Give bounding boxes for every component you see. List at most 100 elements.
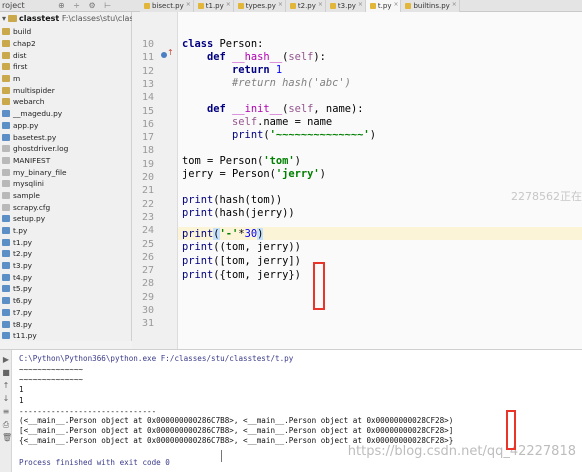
python-file-icon xyxy=(2,227,10,235)
override-arrow-icon[interactable]: ↑ xyxy=(167,48,174,57)
tree-item[interactable]: build xyxy=(2,26,130,38)
tree-item[interactable]: chap2 xyxy=(2,38,130,50)
close-icon[interactable]: × xyxy=(186,1,191,8)
line-number: 26 xyxy=(141,251,154,263)
python-file-icon xyxy=(405,3,412,9)
line-number: 30 xyxy=(141,305,154,316)
run-icon[interactable]: ▶ xyxy=(2,356,10,364)
chevron-down-icon[interactable]: ▾ xyxy=(2,14,6,23)
tree-item[interactable]: t6.py xyxy=(2,295,130,307)
tab-t2-py[interactable]: t2.py × xyxy=(285,0,326,12)
tree-item-label: t11.py xyxy=(13,331,37,341)
tree-item[interactable]: t7.py xyxy=(2,307,130,319)
code-line-27: print({tom, jerry}) xyxy=(182,269,301,281)
tree-item[interactable]: mysqlini xyxy=(2,178,130,190)
tab-label: types.py xyxy=(245,2,276,10)
folder-icon xyxy=(2,40,10,48)
project-root[interactable]: ▾ classtest F:\classes\stu\classtest xyxy=(2,14,153,26)
line-number: 14 xyxy=(141,92,154,104)
close-icon[interactable]: × xyxy=(452,1,457,8)
python-file-icon xyxy=(2,285,10,293)
tree-item-label: t4.py xyxy=(13,272,33,282)
tab-t1-py[interactable]: t1.py × xyxy=(193,0,234,12)
python-file-icon xyxy=(369,3,376,9)
line-number: 20 xyxy=(141,172,154,183)
line-number: 25 xyxy=(141,238,154,250)
tab-types-py[interactable]: types.py × xyxy=(233,0,286,12)
close-icon[interactable]: × xyxy=(226,1,231,8)
tree-item[interactable]: __magedu.py xyxy=(2,108,130,120)
tab-label: builtins.py xyxy=(413,2,450,10)
trash-icon[interactable]: 🗑 xyxy=(2,434,12,442)
close-icon[interactable]: × xyxy=(393,1,398,8)
tree-item[interactable]: t.py xyxy=(2,225,130,237)
tree-item[interactable]: MANIFEST xyxy=(2,155,130,167)
scroll-up-icon[interactable]: ↑ xyxy=(2,382,10,390)
tree-item[interactable]: scrapy.cfg xyxy=(2,201,130,213)
tree-item[interactable]: t4.py xyxy=(2,271,130,283)
close-icon[interactable]: × xyxy=(358,1,363,8)
tree-item[interactable]: m xyxy=(2,73,130,85)
line-number: 17 xyxy=(141,132,154,144)
run-console[interactable]: ▶ ■ ↑ ↓ ≡ ⎙ 🗑 C:\Python\Python366\python.exe F… xyxy=(0,349,582,472)
tree-item[interactable]: t1.py xyxy=(2,236,130,248)
tree-item[interactable]: first xyxy=(2,61,130,73)
blog-watermark: https://blog.csdn.net/qq_42227818 xyxy=(347,444,576,459)
close-icon[interactable]: × xyxy=(318,1,323,8)
python-file-icon xyxy=(2,332,10,340)
code-line-16: self.name = name xyxy=(232,116,333,128)
code-line-20: jerry = Person('jerry') xyxy=(182,168,326,180)
python-file-icon xyxy=(2,238,10,246)
python-file-icon xyxy=(2,250,10,258)
tree-item[interactable]: ghostdriver.log xyxy=(2,143,130,155)
annotation-box-editor xyxy=(313,262,325,310)
code-line-26: print([tom, jerry]) xyxy=(182,255,301,267)
tree-item[interactable]: basetest.py xyxy=(2,131,130,143)
file-icon xyxy=(2,156,10,164)
line-number: 10 xyxy=(141,39,154,50)
tree-item[interactable]: t3.py xyxy=(2,260,130,272)
python-file-icon xyxy=(2,273,10,281)
tab-builtins-py[interactable]: builtins.py × xyxy=(401,0,460,12)
python-file-icon xyxy=(329,3,336,9)
project-root-name: classtest xyxy=(19,14,60,23)
tree-item[interactable]: t2.py xyxy=(2,248,130,260)
code-line-13: #return hash('abc') xyxy=(232,77,351,89)
stop-icon[interactable]: ■ xyxy=(2,369,10,377)
tab-t3-py[interactable]: t3.py × xyxy=(325,0,366,12)
project-toolbar-icons[interactable]: ⊕ ÷ ⚙ ⊢ xyxy=(58,1,114,10)
python-file-icon xyxy=(237,3,244,9)
tree-item[interactable]: my_binary_file xyxy=(2,166,130,178)
scroll-down-icon[interactable]: ↓ xyxy=(2,395,10,403)
annotation-box-console xyxy=(506,410,516,450)
file-icon xyxy=(2,168,10,176)
tree-item-label: ghostdriver.log xyxy=(13,144,69,154)
python-file-icon xyxy=(197,3,204,9)
tab-label: t.py xyxy=(377,2,392,10)
tab-bisect-py[interactable]: bisect.py × xyxy=(140,0,194,12)
tab-label: t2.py xyxy=(297,2,316,10)
tree-item[interactable]: sample xyxy=(2,190,130,202)
print-icon[interactable]: ⎙ xyxy=(2,421,10,429)
tree-item[interactable]: webarch xyxy=(2,96,130,108)
editor-tab-bar: roject ⊕ ÷ ⚙ ⊢ bisect.py × t1.py × types.py ×… xyxy=(0,0,582,12)
line-number: 11 xyxy=(141,52,154,64)
python-file-icon xyxy=(144,3,150,9)
code-editor[interactable]: 10 11 12 13 14 15 16 17 18 19 20 21 22 23 24 25 26 27 28 29… xyxy=(132,12,582,349)
tree-item-label: scrapy.cfg xyxy=(13,202,51,212)
tree-item[interactable]: setup.py xyxy=(2,213,130,225)
tree-item[interactable]: t8.py xyxy=(2,318,130,330)
tree-item-label: setup.py xyxy=(13,214,46,224)
soft-wrap-icon[interactable]: ≡ xyxy=(2,408,10,416)
file-icon xyxy=(2,203,10,211)
tree-item[interactable]: t5.py xyxy=(2,283,130,295)
tree-item[interactable]: app.py xyxy=(2,120,130,132)
tree-item[interactable]: multispider xyxy=(2,84,130,96)
close-icon[interactable]: × xyxy=(278,1,283,8)
line-number: 29 xyxy=(141,291,154,303)
tree-item[interactable]: t11.py xyxy=(2,330,130,342)
tab-t-py[interactable]: t.py × xyxy=(365,0,402,12)
project-panel-title[interactable]: roject xyxy=(2,1,25,10)
tree-item[interactable]: dist xyxy=(2,49,130,61)
code-line-12: return 1 xyxy=(232,64,283,76)
